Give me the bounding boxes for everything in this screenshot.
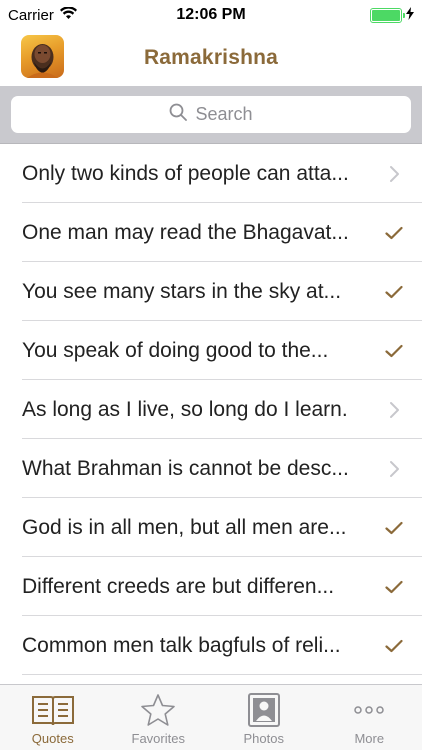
status-bar: Carrier 12:06 PM bbox=[0, 0, 422, 30]
search-placeholder: Search bbox=[195, 104, 253, 124]
battery-group bbox=[370, 6, 414, 24]
list-item[interactable]: One man may read the Bhagavat... bbox=[0, 203, 422, 262]
portrait-icon[interactable] bbox=[21, 35, 64, 78]
checkmark-icon bbox=[384, 282, 404, 302]
chevron-right-icon bbox=[384, 164, 404, 184]
tab-label: Quotes bbox=[31, 731, 74, 746]
quote-text: Different creeds are but differen... bbox=[22, 574, 335, 598]
wifi-icon bbox=[59, 5, 77, 24]
list-item[interactable]: Only two kinds of people can atta... bbox=[0, 144, 422, 203]
list-item[interactable]: What Brahman is cannot be desc... bbox=[0, 439, 422, 498]
quote-text: God is in all men, but all men are... bbox=[22, 515, 347, 539]
carrier-label: Carrier bbox=[8, 6, 54, 24]
quote-text: Only two kinds of people can atta... bbox=[22, 161, 349, 185]
list-item[interactable]: Common men talk bagfuls of reli... bbox=[0, 616, 422, 675]
checkmark-icon bbox=[384, 341, 404, 361]
quote-text: As long as I live, so long do I learn. bbox=[22, 397, 348, 421]
list-item[interactable]: Different creeds are but differen... bbox=[0, 557, 422, 616]
search-input[interactable]: Search bbox=[11, 96, 411, 133]
photo-icon bbox=[242, 692, 286, 728]
quote-text: One man may read the Bhagavat... bbox=[22, 220, 349, 244]
carrier-group: Carrier bbox=[8, 5, 77, 24]
checkmark-icon bbox=[384, 636, 404, 656]
checkmark-icon bbox=[384, 518, 404, 538]
chevron-right-icon bbox=[384, 459, 404, 479]
quote-text: You see many stars in the sky at... bbox=[22, 279, 342, 303]
battery-icon bbox=[370, 7, 405, 23]
tab-more[interactable]: More bbox=[317, 685, 422, 750]
more-icon bbox=[347, 692, 391, 728]
list-item[interactable]: God is in all men, but all men are... bbox=[0, 498, 422, 557]
checkmark-icon bbox=[384, 223, 404, 243]
quote-text: Common men talk bagfuls of reli... bbox=[22, 633, 341, 657]
quote-list: Only two kinds of people can atta... One … bbox=[0, 144, 422, 684]
star-icon bbox=[136, 692, 180, 728]
tab-bar: Quotes Favorites Photos More bbox=[0, 684, 422, 750]
quote-text: What Brahman is cannot be desc... bbox=[22, 456, 349, 480]
tab-label: Photos bbox=[243, 731, 284, 746]
checkmark-icon bbox=[384, 577, 404, 597]
tab-label: Favorites bbox=[131, 731, 185, 746]
tab-photos[interactable]: Photos bbox=[211, 685, 317, 750]
quote-text: You speak of doing good to the... bbox=[22, 338, 329, 362]
tab-label: More bbox=[354, 731, 385, 746]
battery-fill bbox=[372, 9, 400, 21]
tab-favorites[interactable]: Favorites bbox=[106, 685, 212, 750]
tab-quotes[interactable]: Quotes bbox=[0, 685, 106, 750]
chevron-right-icon bbox=[384, 400, 404, 420]
page-title: Ramakrishna bbox=[143, 46, 279, 69]
navigation-bar: Ramakrishna bbox=[0, 30, 422, 86]
charging-icon bbox=[406, 6, 414, 24]
list-item[interactable]: As long as I live, so long do I learn. bbox=[0, 380, 422, 439]
book-icon bbox=[31, 692, 75, 728]
list-item[interactable]: You see many stars in the sky at... bbox=[0, 262, 422, 321]
list-item[interactable]: You speak of doing good to the... bbox=[0, 321, 422, 380]
search-icon bbox=[169, 103, 188, 126]
search-bar: Search bbox=[0, 86, 422, 144]
